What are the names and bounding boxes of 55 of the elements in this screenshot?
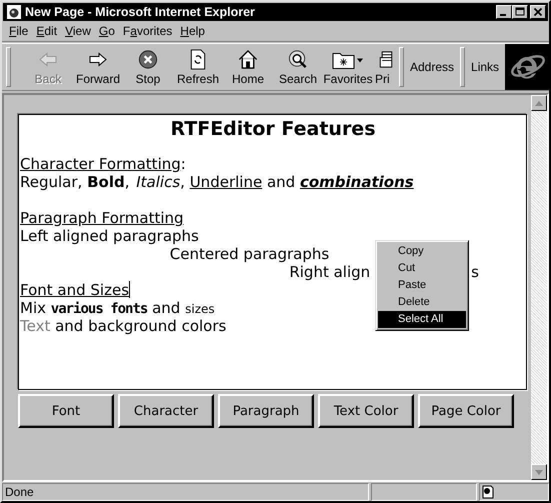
editor-text-line: Regular, Bold, Italics, Underline and combinations bbox=[20, 173, 414, 191]
menu-item[interactable]: Favorites bbox=[120, 24, 178, 38]
text-caret bbox=[129, 281, 130, 298]
editor-text: s bbox=[471, 263, 479, 281]
toolbar-button[interactable]: Refresh bbox=[173, 44, 223, 90]
editor-text-line: Font and Sizes bbox=[20, 281, 130, 299]
page-icon bbox=[482, 485, 494, 499]
maximize-icon bbox=[515, 7, 525, 17]
toolbar-button[interactable]: Home bbox=[223, 44, 273, 90]
format-button[interactable]: Character bbox=[118, 394, 214, 428]
status-text: Done bbox=[2, 483, 369, 501]
vertical-scrollbar[interactable] bbox=[531, 95, 547, 480]
toolbar-button[interactable]: Forward bbox=[73, 44, 123, 90]
format-button[interactable]: Text Color bbox=[318, 394, 414, 428]
editor-text-line: Mix various fonts and sizes bbox=[20, 299, 215, 317]
context-menu-item[interactable]: Copy bbox=[378, 243, 466, 260]
up-arrow-icon bbox=[535, 100, 543, 106]
address-label[interactable]: Address bbox=[408, 60, 456, 74]
editor-text-line: Centered paragraphs bbox=[170, 245, 330, 263]
browser-icon bbox=[7, 5, 21, 19]
editor-text-line: Left aligned paragraphs bbox=[20, 227, 199, 245]
context-menu-item[interactable]: Cut bbox=[378, 260, 466, 277]
links-label[interactable]: Links bbox=[469, 60, 502, 74]
close-button[interactable] bbox=[530, 5, 546, 19]
editor-text: Right align bbox=[289, 263, 370, 281]
context-menu-item[interactable]: Select All bbox=[378, 311, 466, 328]
home-icon bbox=[237, 48, 259, 70]
stop-icon bbox=[137, 48, 159, 70]
editor-text-line: Text and background colors bbox=[20, 317, 226, 335]
context-menu-item[interactable]: Delete bbox=[378, 294, 466, 311]
toolbar-button[interactable]: Favorites bbox=[323, 44, 373, 90]
minimize-button[interactable] bbox=[496, 5, 512, 19]
menu-item[interactable]: View bbox=[62, 24, 96, 38]
toolbar-button[interactable]: Search bbox=[273, 44, 323, 90]
editor-heading: RTFEditor Features bbox=[169, 118, 377, 142]
editor-text-line: Paragraph Formatting bbox=[20, 209, 184, 227]
rich-text-editor[interactable] bbox=[18, 114, 527, 390]
format-button[interactable]: Font bbox=[18, 394, 114, 428]
search-icon bbox=[287, 48, 309, 70]
format-button[interactable]: Page Color bbox=[418, 394, 514, 428]
menu-item[interactable]: File bbox=[6, 24, 34, 38]
format-button[interactable]: Paragraph bbox=[218, 394, 314, 428]
menu-item[interactable]: Help bbox=[177, 24, 210, 38]
maximize-button[interactable] bbox=[512, 5, 528, 19]
menu-item[interactable]: Edit bbox=[33, 24, 62, 38]
toolbar-button[interactable]: Stop bbox=[123, 44, 173, 90]
context-menu-item[interactable]: Paste bbox=[378, 277, 466, 294]
editor-text-line: Character Formatting: bbox=[20, 155, 186, 173]
browser-logo bbox=[505, 44, 549, 90]
minimize-icon bbox=[500, 14, 506, 16]
down-arrow-icon bbox=[535, 470, 543, 474]
close-icon bbox=[533, 7, 543, 17]
window-title: New Page - Microsoft Internet Explorer bbox=[25, 5, 256, 19]
menu-item[interactable]: Go bbox=[96, 24, 120, 38]
toolbar-button[interactable]: Pri bbox=[373, 44, 395, 90]
